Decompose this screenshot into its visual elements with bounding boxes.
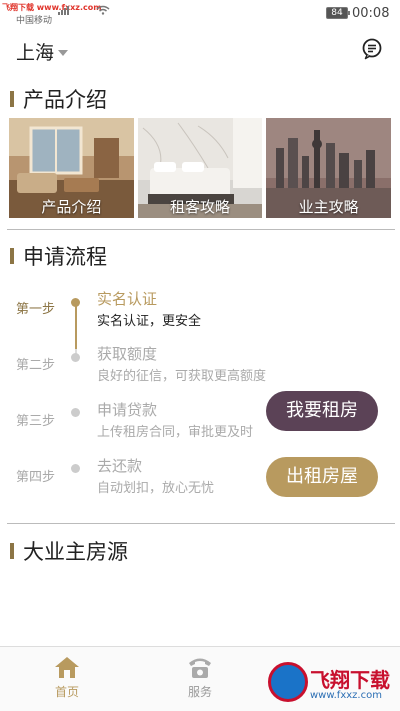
product-card-owner[interactable]: 业主攻略 [266, 118, 392, 218]
watermark-text: 飞翔下载 www.fxxz.com [2, 3, 102, 12]
divider [7, 523, 395, 524]
section-bar [10, 91, 14, 107]
step-label: 第四步 [16, 470, 56, 485]
divider [7, 229, 395, 230]
rent-house-button[interactable]: 我要租房 [266, 391, 378, 431]
watermark-logo-url: www.fxxz.com [310, 690, 382, 701]
step-dot [71, 298, 80, 307]
product-card-label: 租客攻略 [170, 198, 231, 216]
watermark-logo: 飞翔下载 www.fxxz.com [264, 660, 396, 708]
step-label: 第二步 [16, 358, 56, 373]
section-bar [10, 543, 14, 559]
step-title: 实名认证 [97, 290, 158, 308]
chevron-down-icon [58, 49, 69, 56]
nav-label: 首页 [54, 685, 79, 699]
step-progress-line [75, 303, 77, 349]
section-bar [10, 248, 14, 264]
city-label: 上海 [16, 42, 55, 64]
status-bar: 飞翔下载 www.fxxz.com 中国移动 84 00:08 [0, 0, 400, 26]
clock: 00:08 [352, 6, 390, 21]
step-desc: 良好的征信，可获取更高额度 [97, 369, 267, 384]
product-cards: 产品介绍 租客攻略 业主攻略 [9, 118, 392, 218]
step-title: 去还款 [97, 457, 143, 475]
step-title: 申请贷款 [97, 401, 158, 419]
step-label: 第三步 [16, 414, 56, 429]
wifi-icon [96, 5, 110, 18]
battery-indicator: 84 [326, 7, 350, 19]
logo-circle [268, 662, 308, 702]
section-title-owner-listings: 大业主房源 [10, 536, 128, 566]
carrier-label: 中国移动 [16, 16, 53, 26]
product-card-intro[interactable]: 产品介绍 [9, 118, 134, 218]
step-desc: 自动划扣，放心无忧 [97, 481, 215, 496]
message-icon[interactable] [361, 38, 383, 60]
signal-icon [58, 5, 69, 15]
step-dot [71, 408, 80, 417]
list-house-button[interactable]: 出租房屋 [266, 457, 378, 497]
product-card-tenant[interactable]: 租客攻略 [137, 118, 263, 218]
product-card-label: 业主攻略 [298, 198, 359, 216]
section-title-process: 申请流程 [10, 241, 107, 271]
step-title: 获取额度 [97, 345, 158, 363]
city-selector[interactable]: 上海 [16, 38, 69, 65]
phone-icon [189, 658, 211, 678]
step-dot [71, 464, 80, 473]
watermark-logo-text: 飞翔下载 [310, 668, 390, 692]
section-title-products: 产品介绍 [10, 84, 107, 114]
nav-item-home[interactable]: 首页 [37, 655, 97, 700]
header: 上海 [0, 26, 400, 76]
home-icon [55, 657, 79, 678]
nav-item-service[interactable]: 服务 [170, 655, 230, 700]
step-dot [71, 353, 80, 362]
nav-label: 服务 [187, 685, 212, 699]
step-label: 第一步 [16, 302, 56, 317]
product-card-label: 产品介绍 [41, 198, 102, 216]
step-desc: 实名认证，更安全 [97, 314, 202, 329]
step-desc: 上传租房合同，审批更及时 [97, 425, 254, 440]
